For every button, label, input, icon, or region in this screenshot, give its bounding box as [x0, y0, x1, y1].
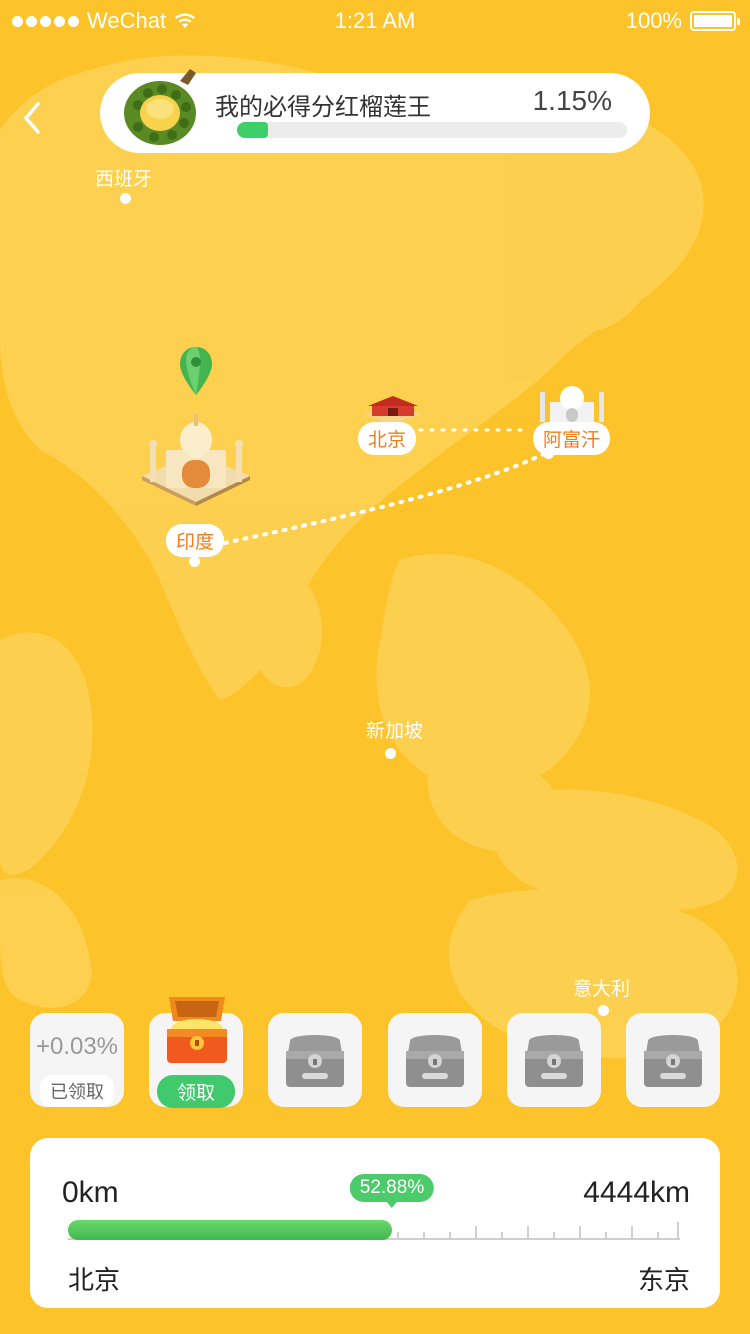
city-dot-italy[interactable] [598, 1005, 609, 1016]
distance-percent-bubble: 52.88% [349, 1174, 435, 1208]
reward-amount: +0.03% [35, 1033, 119, 1060]
city-dot-spain[interactable] [120, 193, 131, 204]
goal-progress-card[interactable]: 我的必得分红榴莲王 1.15% [100, 69, 650, 153]
reward-box-6[interactable] [626, 1013, 720, 1107]
reward-box-4[interactable] [388, 1013, 482, 1107]
goal-progress-fill [237, 122, 269, 138]
distance-start: 0km [62, 1176, 119, 1209]
city-dot-afghanistan[interactable] [543, 448, 554, 459]
goal-percent: 1.15% [532, 85, 612, 116]
battery-icon [690, 11, 740, 31]
reward-box-2[interactable]: 领取 [149, 997, 243, 1108]
location-pin-icon [180, 347, 212, 395]
city-label-italy: 意大利 [573, 979, 631, 1000]
distance-progress-fill [68, 1220, 392, 1240]
world-map-background [0, 55, 738, 1059]
city-dot-india[interactable] [189, 556, 200, 567]
locked-chest-icon [644, 1035, 702, 1087]
locked-chest-icon [286, 1035, 344, 1087]
durian-icon [124, 69, 196, 145]
distance-end: 4444km [583, 1176, 690, 1209]
distance-to-city: 东京 [637, 1265, 690, 1295]
locked-chest-icon [525, 1035, 583, 1087]
reward-box-3[interactable] [268, 1013, 362, 1107]
city-tag-beijing[interactable]: 北京 [358, 422, 417, 455]
city-label-singapore: 新加坡 [366, 721, 424, 742]
status-right: 100% [625, 8, 740, 34]
distance-from-city: 北京 [68, 1265, 121, 1295]
mosque-landmark-icon[interactable] [536, 382, 608, 424]
city-dot-singapore[interactable] [385, 748, 396, 759]
taj-mahal-landmark-icon[interactable] [138, 410, 254, 506]
back-arrow-icon[interactable] [18, 98, 48, 138]
distance-progress-card: 0km 4444km 52.88% 北京 东京 [30, 1138, 720, 1308]
city-label-spain: 西班牙 [95, 169, 153, 190]
city-tag-india[interactable]: 印度 [166, 524, 225, 557]
battery-percent: 100% [625, 8, 682, 33]
reward-claimed-badge: 已领取 [40, 1075, 114, 1107]
reward-box-5[interactable] [507, 1013, 601, 1107]
status-bar: WeChat 1:21 AM 100% [0, 0, 750, 40]
locked-chest-icon [406, 1035, 464, 1087]
claim-button[interactable]: 领取 [157, 1075, 235, 1108]
reward-box-1[interactable]: +0.03% 已领取 [30, 1013, 124, 1107]
open-treasure-chest-icon [167, 997, 227, 1063]
goal-title: 我的必得分红榴莲王 [215, 94, 431, 121]
goal-progress-bar [237, 122, 627, 138]
